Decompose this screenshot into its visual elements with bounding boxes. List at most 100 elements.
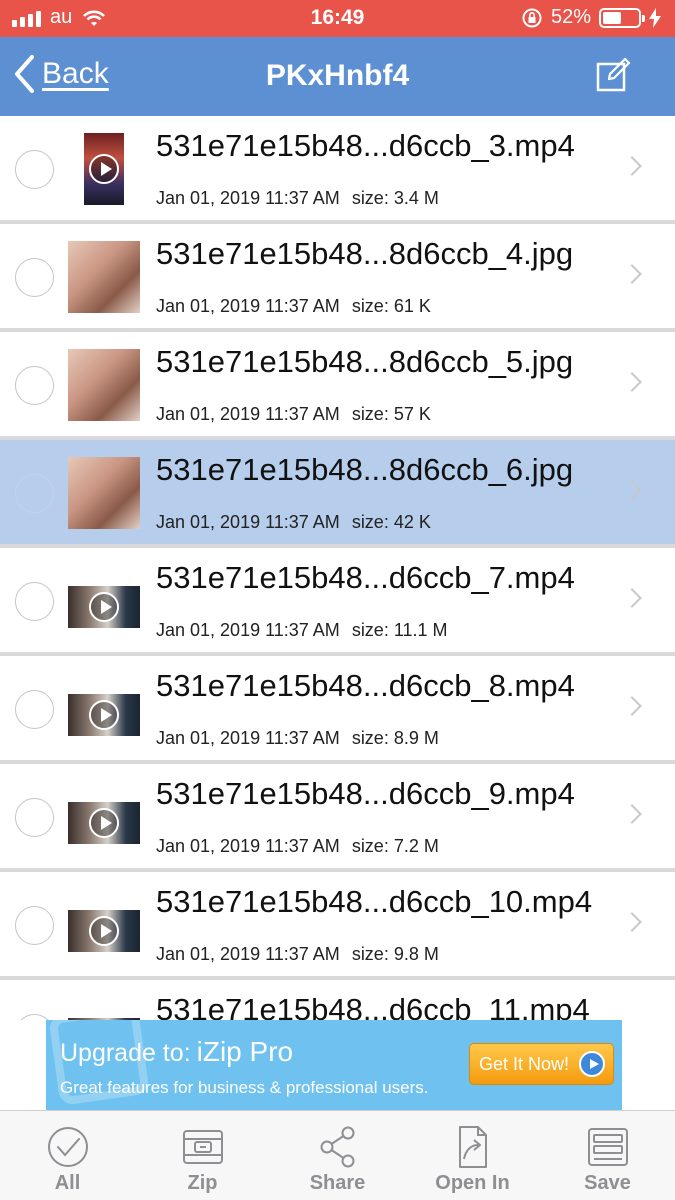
play-icon — [89, 700, 119, 730]
video-thumbnail — [84, 133, 124, 205]
all-label[interactable]: All — [0, 1172, 135, 1195]
file-size: size: 3.4 M — [351, 188, 439, 208]
open-in-button[interactable]: Open In — [405, 1111, 540, 1200]
battery-percent: 52% — [550, 6, 591, 28]
file-size: size: 8.9 M — [351, 728, 439, 748]
select-checkbox[interactable] — [15, 258, 54, 297]
select-checkbox[interactable] — [15, 798, 54, 837]
rotation-lock-icon — [522, 8, 542, 27]
edit-icon — [596, 57, 631, 92]
save-label[interactable]: Save — [540, 1172, 675, 1195]
file-row[interactable]: 531e71e15b48...d6ccb_8.mp4 Jan 01, 2019 1… — [0, 656, 675, 762]
file-meta: Jan 01, 2019 11:37 AM size: 11.1 M — [156, 620, 448, 641]
select-checkbox[interactable] — [15, 582, 54, 621]
share-label[interactable]: Share — [270, 1172, 405, 1195]
video-thumbnail — [68, 586, 140, 628]
ad-product-name: iZip Pro — [196, 1036, 294, 1067]
chevron-right-icon — [622, 480, 642, 500]
file-size: size: 9.8 M — [351, 944, 439, 964]
open-in-icon — [458, 1126, 487, 1168]
file-row[interactable]: 531e71e15b48...d6ccb_9.mp4 Jan 01, 2019 1… — [0, 764, 675, 870]
photo-thumbnail — [68, 241, 140, 313]
file-name: 531e71e15b48...d6ccb_10.mp4 — [156, 884, 593, 919]
file-name: 531e71e15b48...8d6ccb_4.jpg — [156, 236, 574, 271]
file-row[interactable]: 531e71e15b48...8d6ccb_5.jpg Jan 01, 2019 … — [0, 332, 675, 438]
nav-bar: Back PKxHnbf4 — [0, 37, 675, 116]
get-it-now-label[interactable]: Get It Now! — [479, 1054, 569, 1074]
file-meta: Jan 01, 2019 11:37 AM size: 57 K — [156, 404, 431, 425]
arrow-right-icon — [579, 1051, 605, 1077]
zip-label[interactable]: Zip — [135, 1172, 270, 1195]
file-size: size: 42 K — [351, 512, 431, 532]
charging-bolt-icon — [649, 7, 661, 28]
share-button[interactable]: Share — [270, 1111, 405, 1200]
chevron-right-icon — [622, 156, 642, 176]
all-button[interactable]: All — [0, 1111, 135, 1200]
select-checkbox[interactable] — [15, 690, 54, 729]
get-it-now-button[interactable]: Get It Now! — [469, 1043, 614, 1085]
file-row[interactable]: 531e71e15b48...d6ccb_11.mp4 — [0, 980, 675, 1020]
battery-fill — [603, 11, 621, 24]
file-name: 531e71e15b48...d6ccb_11.mp4 — [156, 992, 590, 1020]
check-circle-icon — [47, 1127, 88, 1167]
file-row[interactable]: 531e71e15b48...d6ccb_7.mp4 Jan 01, 2019 1… — [0, 548, 675, 654]
file-date: Jan 01, 2019 11:37 AM — [156, 944, 340, 964]
file-row[interactable]: 531e71e15b48...8d6ccb_4.jpg Jan 01, 2019 … — [0, 224, 675, 330]
file-date: Jan 01, 2019 11:37 AM — [156, 188, 340, 208]
select-checkbox[interactable] — [15, 366, 54, 405]
file-size: size: 57 K — [351, 404, 431, 424]
chevron-right-icon — [622, 372, 642, 392]
file-row[interactable]: 531e71e15b48...d6ccb_10.mp4 Jan 01, 2019 … — [0, 872, 675, 978]
file-meta: Jan 01, 2019 11:37 AM size: 42 K — [156, 512, 431, 533]
file-meta: Jan 01, 2019 11:37 AM size: 8.9 M — [156, 728, 439, 749]
chevron-right-icon — [622, 696, 642, 716]
ad-banner[interactable]: Upgrade to: iZip Pro Great features for b… — [46, 1020, 622, 1110]
zip-button[interactable]: Zip — [135, 1111, 270, 1200]
back-button[interactable]: Back — [14, 55, 109, 93]
file-name: 531e71e15b48...d6ccb_3.mp4 — [156, 128, 575, 163]
save-drive-icon — [587, 1128, 628, 1166]
file-meta: Jan 01, 2019 11:37 AM size: 3.4 M — [156, 188, 439, 209]
file-date: Jan 01, 2019 11:37 AM — [156, 620, 340, 640]
share-icon — [320, 1126, 354, 1168]
play-icon — [89, 592, 119, 622]
photo-thumbnail — [68, 349, 140, 421]
chevron-left-icon — [15, 55, 34, 93]
select-checkbox[interactable] — [15, 150, 54, 189]
select-checkbox[interactable] — [15, 906, 54, 945]
file-list[interactable]: 531e71e15b48...d6ccb_3.mp4 Jan 01, 2019 1… — [0, 116, 675, 1020]
back-label[interactable]: Back — [42, 57, 109, 91]
play-icon — [89, 916, 119, 946]
battery-icon — [599, 7, 645, 28]
save-button[interactable]: Save — [540, 1111, 675, 1200]
file-date: Jan 01, 2019 11:37 AM — [156, 404, 340, 424]
play-icon — [89, 808, 119, 838]
video-thumbnail — [68, 694, 140, 736]
select-checkbox[interactable] — [15, 474, 54, 513]
chevron-right-icon — [622, 912, 642, 932]
file-date: Jan 01, 2019 11:37 AM — [156, 512, 340, 532]
ad-title: Upgrade to: iZip Pro — [60, 1036, 293, 1068]
file-date: Jan 01, 2019 11:37 AM — [156, 728, 340, 748]
ad-subtitle: Great features for business & profession… — [60, 1078, 429, 1097]
bottom-toolbar: All Zip Share Open In Save — [0, 1110, 675, 1200]
file-name: 531e71e15b48...d6ccb_8.mp4 — [156, 668, 575, 703]
file-meta: Jan 01, 2019 11:37 AM size: 7.2 M — [156, 836, 439, 857]
open-in-label[interactable]: Open In — [405, 1172, 540, 1195]
file-name: 531e71e15b48...8d6ccb_5.jpg — [156, 344, 574, 379]
file-date: Jan 01, 2019 11:37 AM — [156, 836, 340, 856]
file-meta: Jan 01, 2019 11:37 AM size: 9.8 M — [156, 944, 439, 965]
file-size: size: 61 K — [351, 296, 431, 316]
edit-button[interactable] — [595, 57, 631, 98]
file-size: size: 7.2 M — [351, 836, 439, 856]
chevron-right-icon — [622, 804, 642, 824]
photo-thumbnail — [68, 457, 140, 529]
file-size: size: 11.1 M — [351, 620, 448, 640]
chevron-right-icon — [622, 264, 642, 284]
file-row[interactable]: 531e71e15b48...d6ccb_3.mp4 Jan 01, 2019 1… — [0, 116, 675, 222]
zip-archive-icon — [182, 1130, 223, 1164]
file-row[interactable]: 531e71e15b48...8d6ccb_6.jpg Jan 01, 2019 … — [0, 440, 675, 546]
file-name: 531e71e15b48...d6ccb_7.mp4 — [156, 560, 575, 595]
file-meta: Jan 01, 2019 11:37 AM size: 61 K — [156, 296, 431, 317]
chevron-right-icon — [622, 588, 642, 608]
